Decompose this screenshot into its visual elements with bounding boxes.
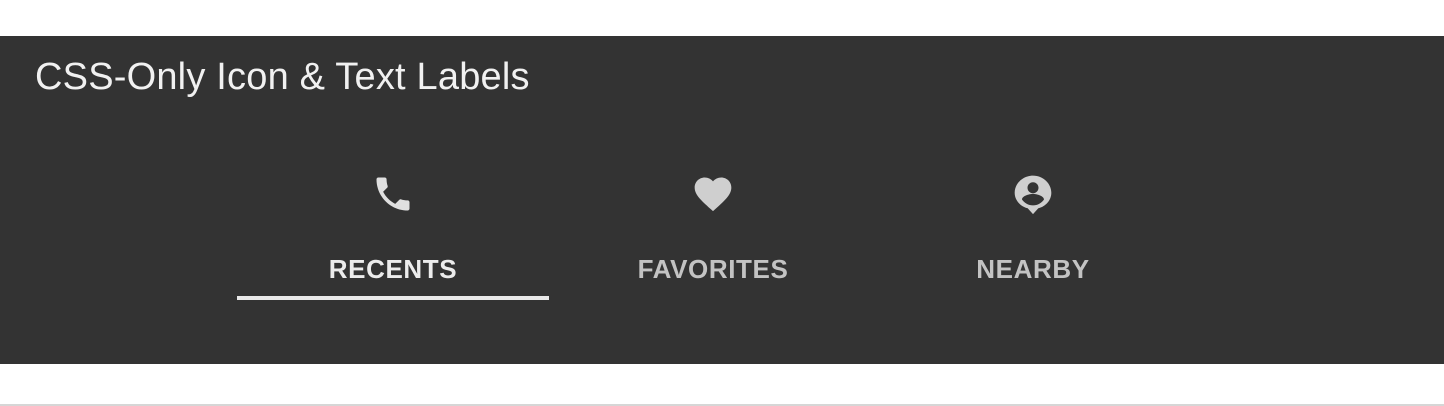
tab-bar-panel: CSS-Only Icon & Text Labels RECENTS FAVO… — [0, 36, 1444, 364]
tab-bar: RECENTS FAVORITES NEARBY — [237, 156, 1197, 300]
active-tab-indicator — [237, 296, 549, 300]
tab-recents[interactable]: RECENTS — [237, 156, 549, 300]
page: CSS-Only Icon & Text Labels RECENTS FAVO… — [0, 0, 1444, 406]
tab-nearby[interactable]: NEARBY — [877, 156, 1189, 300]
tab-favorites[interactable]: FAVORITES — [557, 156, 869, 300]
tab-label-nearby: NEARBY — [976, 254, 1090, 284]
tab-label-recents: RECENTS — [328, 254, 458, 284]
person-pin-icon — [1011, 172, 1055, 216]
heart-icon — [691, 172, 735, 216]
phone-icon — [371, 172, 415, 216]
tab-label-favorites: FAVORITES — [637, 254, 789, 284]
panel-title: CSS-Only Icon & Text Labels — [35, 56, 530, 98]
